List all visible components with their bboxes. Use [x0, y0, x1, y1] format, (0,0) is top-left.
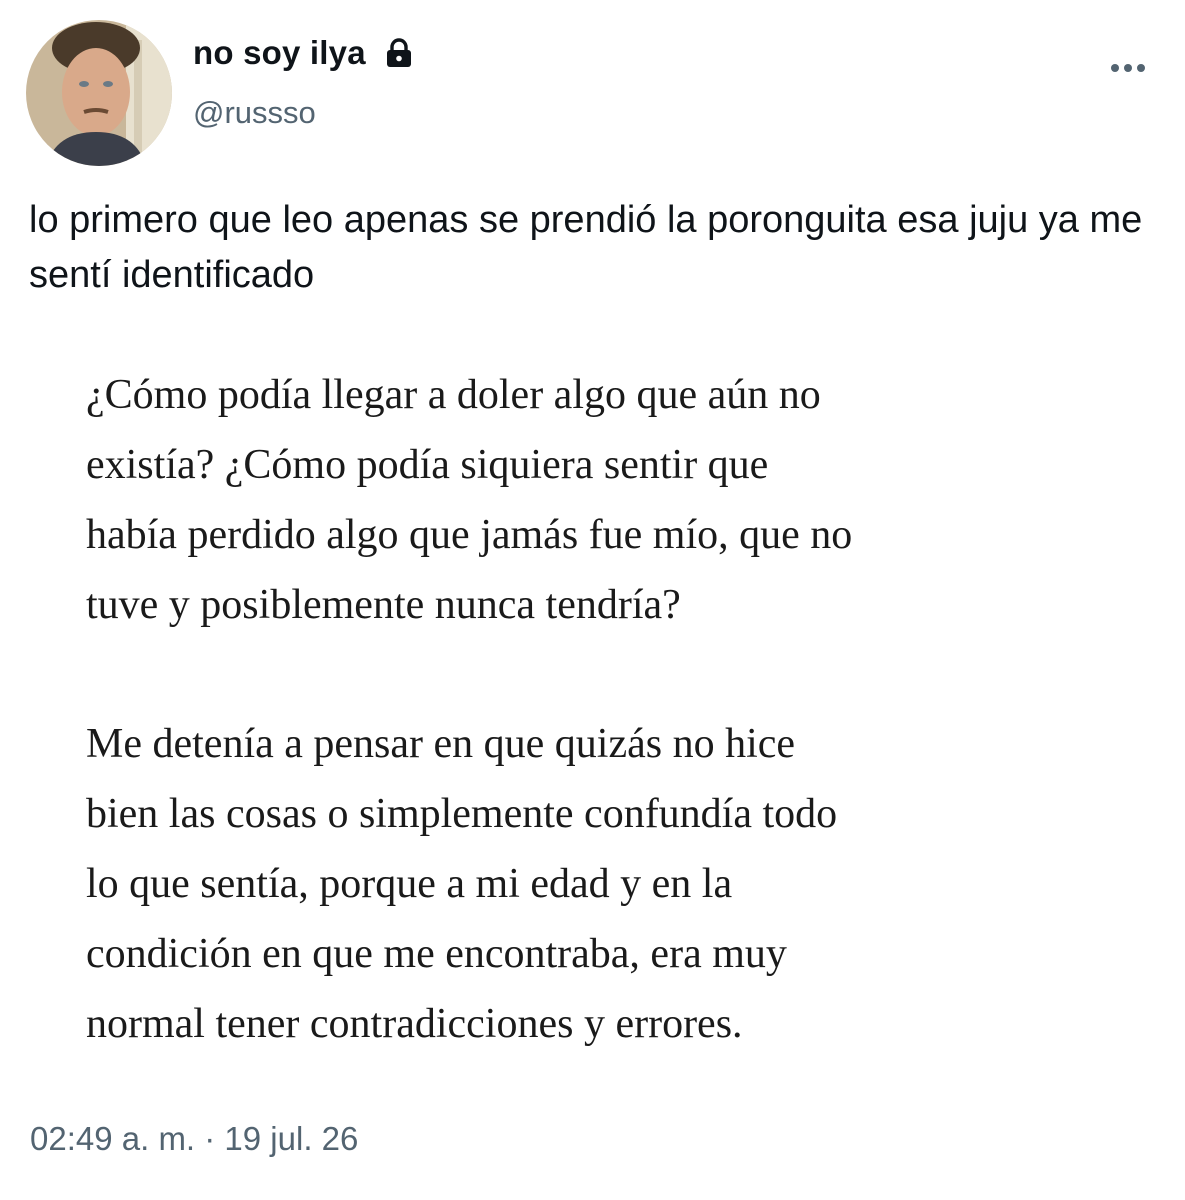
image-text-line: Me detenía a pensar en que quizás no hic… — [86, 721, 796, 767]
avatar[interactable] — [26, 20, 172, 166]
user-handle[interactable]: @russso — [193, 95, 316, 131]
display-name[interactable]: no soy ilya — [193, 34, 366, 72]
image-text-line: condición en que me encontraba, era muy — [86, 931, 787, 977]
image-paragraph-2: Me detenía a pensar en que quizás no hic… — [86, 709, 1146, 1059]
tweet-text: lo primero que leo apenas se prendió la … — [29, 199, 1143, 296]
tweet-timestamp[interactable]: 02:49 a. m. · 19 jul. 26 — [30, 1120, 358, 1158]
lock-icon — [382, 36, 416, 70]
image-text-line: normal tener contradicciones y errores. — [86, 1001, 743, 1047]
user-name-row: no soy ilya — [193, 34, 416, 72]
avatar-photo — [26, 20, 172, 166]
image-paragraph-1: ¿Cómo podía llegar a doler algo que aún … — [86, 360, 1146, 640]
more-horizontal-icon[interactable] — [1108, 58, 1148, 78]
image-text-line: ¿Cómo podía llegar a doler algo que aún … — [86, 372, 821, 418]
image-text-line: lo que sentía, porque a mi edad y en la — [86, 861, 733, 907]
image-text-line: existía? ¿Cómo podía siquiera sentir que — [86, 442, 769, 488]
image-text-line: había perdido algo que jamás fue mío, qu… — [86, 512, 853, 558]
attached-image[interactable]: ¿Cómo podía llegar a doler algo que aún … — [86, 360, 1146, 1059]
image-text-line: bien las cosas o simplemente confundía t… — [86, 791, 838, 837]
image-text-line: tuve y posiblemente nunca tendría? — [86, 582, 681, 628]
